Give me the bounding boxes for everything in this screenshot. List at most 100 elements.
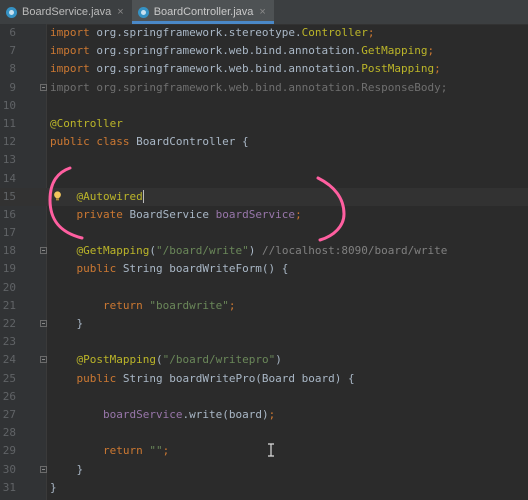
code-line[interactable]: 19 public String boardWriteForm() {: [0, 260, 528, 278]
code-line[interactable]: 18 @GetMapping("/board/write") //localho…: [0, 242, 528, 260]
code-token: @PostMapping: [76, 353, 156, 367]
code-token: PostMapping: [361, 62, 435, 76]
fold-icon[interactable]: [40, 83, 47, 91]
code-line[interactable]: 23: [0, 333, 528, 351]
close-icon[interactable]: ×: [259, 6, 265, 18]
code-line[interactable]: 29 return "";: [0, 442, 528, 460]
code-token: import: [50, 62, 97, 76]
code-text: @Autowired: [50, 188, 144, 206]
java-class-icon: [137, 6, 149, 18]
code-token: org.springframework.stereotype.: [96, 26, 302, 39]
code-line[interactable]: 31}: [0, 479, 528, 497]
code-text: boardService.write(board);: [50, 406, 275, 424]
line-number: 9: [9, 80, 16, 94]
code-token: Controller: [301, 26, 368, 39]
fold-icon[interactable]: [40, 247, 47, 255]
line-number: 29: [2, 444, 16, 458]
line-number: 15: [2, 189, 16, 203]
code-token: //localhost:8090/board/write: [261, 244, 448, 258]
code-token: ;: [295, 207, 302, 221]
code-line[interactable]: 21 return "boardwrite";: [0, 297, 528, 315]
code-token: (: [155, 353, 163, 367]
code-line[interactable]: 27 boardService.write(board);: [0, 406, 528, 424]
code-token: public: [76, 371, 123, 385]
code-text: @Controller: [50, 115, 123, 133]
code-token: (: [149, 244, 156, 258]
code-editor[interactable]: 6 import org.springframework.stereotype.C…: [0, 24, 528, 497]
close-icon[interactable]: ×: [117, 6, 123, 18]
code-token: ;: [268, 407, 276, 421]
line-number: 31: [2, 480, 16, 494]
line-number: 17: [2, 226, 16, 240]
code-token: import org.springframework.web.bind.anno…: [50, 80, 448, 94]
line-number: 22: [2, 317, 16, 330]
code-token: @Autowired: [76, 189, 143, 203]
code-line[interactable]: 14: [0, 170, 528, 188]
code-token: ;: [434, 62, 441, 76]
code-token: "/board/write": [155, 244, 249, 258]
code-line[interactable]: 6 import org.springframework.stereotype.C…: [0, 24, 528, 42]
line-number: 16: [2, 207, 16, 221]
code-token: return: [102, 298, 150, 312]
code-token: String: [122, 262, 170, 276]
code-token: String: [122, 371, 170, 385]
code-line[interactable]: 16 private BoardService boardService;: [0, 206, 528, 224]
code-line[interactable]: 8 import org.springframework.web.bind.ann…: [0, 60, 528, 78]
code-token: ): [248, 244, 262, 258]
code-line[interactable]: 9 import org.springframework.web.bind.ann…: [0, 79, 528, 97]
text-cursor-icon: [268, 443, 274, 457]
line-number: 26: [2, 389, 16, 403]
code-token: @GetMapping: [76, 244, 150, 258]
line-number: 18: [2, 244, 16, 258]
code-line[interactable]: 11 @Controller: [0, 115, 528, 133]
code-token: GetMapping: [361, 44, 428, 58]
code-line[interactable]: 17: [0, 224, 528, 242]
java-class-icon: [6, 6, 17, 18]
code-token: ;: [427, 44, 435, 58]
code-line[interactable]: 22 }: [0, 315, 528, 333]
line-number: 30: [2, 462, 16, 476]
code-token: ): [275, 353, 282, 367]
code-line[interactable]: 7 import org.springframework.web.bind.ann…: [0, 42, 528, 60]
fold-icon[interactable]: [40, 356, 47, 364]
code-text: import org.springframework.web.bind.anno…: [50, 79, 447, 97]
code-text: import org.springframework.stereotype.Co…: [50, 24, 375, 42]
line-number: 10: [2, 98, 16, 112]
code-token: }: [50, 462, 84, 476]
code-text: }: [50, 461, 83, 479]
fold-icon[interactable]: [40, 465, 47, 473]
code-token: boardService: [215, 207, 296, 221]
tab-boardcontroller-java[interactable]: BoardController.java ×: [131, 0, 274, 24]
fold-icon[interactable]: [40, 320, 47, 327]
code-line[interactable]: 15 @Autowired: [0, 187, 528, 206]
code-line[interactable]: 10: [0, 97, 528, 115]
code-token: ;: [162, 444, 170, 458]
code-line[interactable]: 26: [0, 388, 528, 406]
line-number: 20: [2, 280, 16, 294]
code-line[interactable]: 13: [0, 151, 528, 169]
code-line[interactable]: 30 }: [0, 461, 528, 479]
code-text: }: [50, 479, 57, 497]
code-line[interactable]: 25 public String boardWritePro(Board boa…: [0, 370, 528, 388]
text-caret: [142, 190, 144, 204]
code-token: @Controller: [50, 116, 123, 130]
code-text: @PostMapping("/board/writepro"): [50, 351, 282, 369]
code-text: return "";: [50, 442, 169, 460]
tab-boardservice-java[interactable]: BoardService.java ×: [0, 0, 132, 24]
code-line[interactable]: 28: [0, 424, 528, 442]
code-token: boardWritePro(Board board) {: [169, 371, 355, 385]
tab-label: BoardController.java: [153, 6, 254, 18]
code-token: ;: [228, 298, 236, 312]
code-token: }: [50, 480, 57, 494]
code-token: BoardService: [129, 207, 216, 221]
code-line[interactable]: 12 public class BoardController {: [0, 133, 528, 151]
line-number: 21: [2, 298, 16, 312]
code-line[interactable]: 24 @PostMapping("/board/writepro"): [0, 351, 528, 369]
line-number: 24: [2, 353, 16, 367]
code-line[interactable]: 20: [0, 279, 528, 297]
